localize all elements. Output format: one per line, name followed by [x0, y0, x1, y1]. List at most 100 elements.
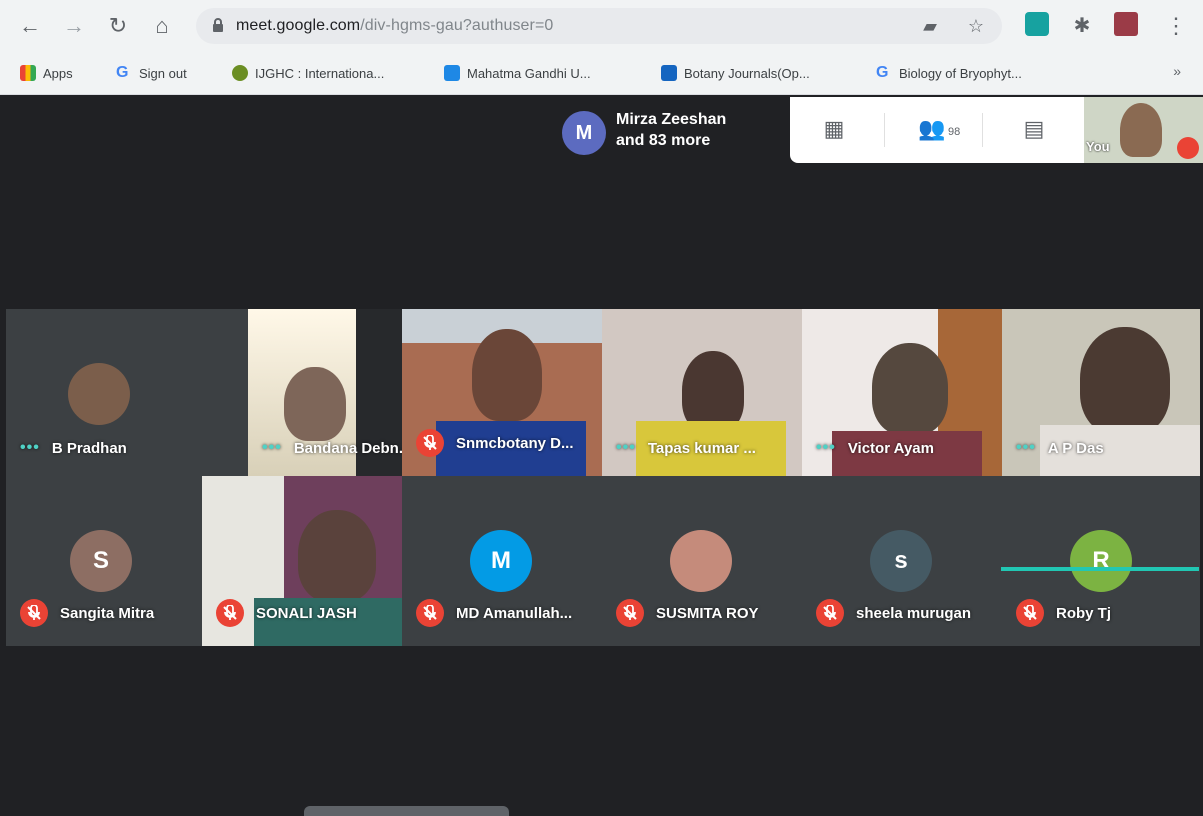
participant-photo-avatar: [68, 363, 130, 425]
url-text: meet.google.com/div-hgms-gau?authuser=0: [236, 17, 553, 35]
participant-name-row: SUSMITA ROY: [616, 599, 759, 627]
participant-tile[interactable]: ••• Victor Ayam: [802, 309, 1002, 476]
leaf-icon: [661, 65, 677, 81]
participant-tile[interactable]: S Sangita Mitra: [6, 476, 202, 646]
participant-tile[interactable]: M MD Amanullah...: [402, 476, 602, 646]
muted-mic-icon: [416, 599, 444, 627]
participant-name-row: MD Amanullah...: [416, 599, 572, 627]
participant-name: Victor Ayam: [847, 439, 934, 457]
muted-mic-icon: [416, 429, 444, 457]
self-muted-mic-icon: [1177, 137, 1199, 159]
chat-icon[interactable]: ▤: [1014, 111, 1054, 147]
participant-name: sheela murugan: [856, 604, 972, 622]
presenter-avatar: M: [562, 111, 606, 155]
menu-icon[interactable]: ⋮: [1162, 12, 1190, 40]
participant-initial-avatar: M: [470, 530, 532, 592]
participant-name: Tapas kumar ...: [647, 439, 756, 457]
extension-plus-icon[interactable]: [1025, 12, 1049, 36]
video-person: [298, 510, 376, 602]
blue-bookmark-icon: [444, 65, 460, 81]
bookmark-label: Apps: [43, 65, 73, 81]
participant-name-row: Sangita Mitra: [20, 599, 154, 627]
google-g-icon: G: [876, 64, 889, 81]
self-view-tile[interactable]: You: [1084, 97, 1203, 163]
apps-grid-icon: [20, 65, 36, 81]
participant-name-row: ••• Victor Ayam: [816, 439, 934, 457]
profile-avatar-icon[interactable]: [1114, 12, 1138, 36]
muted-mic-icon: [216, 599, 244, 627]
participant-name: Roby Tj: [1056, 604, 1111, 622]
meet-stage: M Mirza Zeeshan and 83 more ▦ 👥 98 ▤ You •…: [0, 95, 1203, 816]
video-person: [284, 367, 346, 441]
participant-tile[interactable]: s sheela murugan: [802, 476, 1002, 646]
video-person: [472, 329, 542, 421]
url-host: meet.google.com: [236, 17, 361, 34]
audio-level-icon: •••: [262, 439, 282, 456]
video-person: [1080, 327, 1170, 435]
participant-tile[interactable]: R Roby Tj: [1002, 476, 1200, 646]
participant-tile[interactable]: Snmcbotany D...: [402, 309, 602, 476]
camera-icon[interactable]: ▰: [920, 16, 940, 36]
grid-layout-icon[interactable]: ▦: [814, 111, 854, 147]
participant-name: SONALI JASH: [256, 604, 357, 622]
bookmark-ijghc[interactable]: IJGHC : Internationa...: [232, 63, 384, 83]
participant-name-row: SONALI JASH: [216, 599, 357, 627]
bookmark-label: Mahatma Gandhi U...: [467, 65, 591, 81]
audio-level-icon: •••: [20, 439, 40, 456]
participant-name: Snmcbotany D...: [456, 434, 574, 452]
tool-divider: [982, 113, 983, 147]
forward-icon[interactable]: →: [60, 12, 88, 40]
bookmark-sign-out[interactable]: G Sign out: [116, 63, 187, 83]
audio-level-icon: •••: [616, 439, 636, 456]
participant-tile[interactable]: ••• Tapas kumar ...: [602, 309, 802, 476]
audio-level-icon: •••: [816, 439, 836, 456]
participant-tile[interactable]: SONALI JASH: [202, 476, 402, 646]
bookmark-label: Botany Journals(Op...: [684, 65, 810, 81]
presenter-name: Mirza Zeeshan: [616, 111, 727, 128]
participants-icon[interactable]: 👥 98: [912, 111, 960, 147]
back-icon[interactable]: ←: [16, 12, 44, 40]
participant-tile[interactable]: ••• Bandana Debn...: [248, 309, 402, 476]
participant-name: SUSMITA ROY: [656, 604, 759, 622]
participant-name: B Pradhan: [51, 439, 127, 457]
journal-globe-icon: [232, 65, 248, 81]
participant-name: A P Das: [1047, 439, 1104, 457]
bookmark-label: IJGHC : Internationa...: [255, 65, 385, 81]
puzzle-extension-icon[interactable]: ✱: [1068, 12, 1096, 40]
video-person: [872, 343, 948, 435]
bookmark-bryophytes[interactable]: G Biology of Bryophyt...: [876, 63, 1022, 83]
google-g-icon: G: [116, 64, 129, 81]
bookmark-mahatma-gandhi[interactable]: Mahatma Gandhi U...: [444, 63, 591, 83]
participant-tile[interactable]: ••• B Pradhan: [6, 309, 248, 476]
tool-divider: [884, 113, 885, 147]
audio-level-icon: •••: [1016, 439, 1036, 456]
participant-name-row: ••• A P Das: [1016, 439, 1104, 457]
participant-tile[interactable]: ••• A P Das: [1002, 309, 1200, 476]
bookmark-label: Biology of Bryophyt...: [899, 65, 1022, 81]
presenter-chip[interactable]: M Mirza Zeeshan and 83 more: [550, 97, 790, 163]
bookmark-label: Sign out: [139, 65, 187, 81]
muted-mic-icon: [20, 599, 48, 627]
participant-name-row: ••• B Pradhan: [20, 439, 127, 457]
presenter-more: and 83 more: [616, 132, 711, 149]
bookmark-apps[interactable]: Apps: [20, 63, 73, 83]
bookmark-botany-journals[interactable]: Botany Journals(Op...: [661, 63, 810, 83]
muted-mic-icon: [616, 599, 644, 627]
scroll-handle[interactable]: [304, 806, 509, 816]
participant-initial-avatar: S: [70, 530, 132, 592]
participant-name-row: Roby Tj: [1016, 599, 1111, 627]
participant-initial-avatar: s: [870, 530, 932, 592]
home-icon[interactable]: ⌂: [148, 12, 176, 40]
browser-toolbar: ← → ↻ ⌂ meet.google.com/div-hgms-gau?aut…: [0, 0, 1203, 52]
reload-icon[interactable]: ↻: [104, 12, 132, 40]
participant-tile[interactable]: SUSMITA ROY: [602, 476, 802, 646]
participant-name-row: Snmcbotany D...: [416, 429, 574, 457]
more-bookmarks-button[interactable]: »: [1173, 63, 1181, 79]
address-bar[interactable]: meet.google.com/div-hgms-gau?authuser=0 …: [196, 8, 1002, 44]
participant-photo-avatar: [670, 530, 732, 592]
participant-count: 98: [948, 126, 961, 138]
star-icon[interactable]: ☆: [966, 16, 986, 36]
participant-name: Sangita Mitra: [60, 604, 155, 622]
meeting-tools: ▦ 👥 98 ▤: [790, 97, 1084, 163]
participant-name-row: ••• Bandana Debn...: [262, 439, 402, 457]
